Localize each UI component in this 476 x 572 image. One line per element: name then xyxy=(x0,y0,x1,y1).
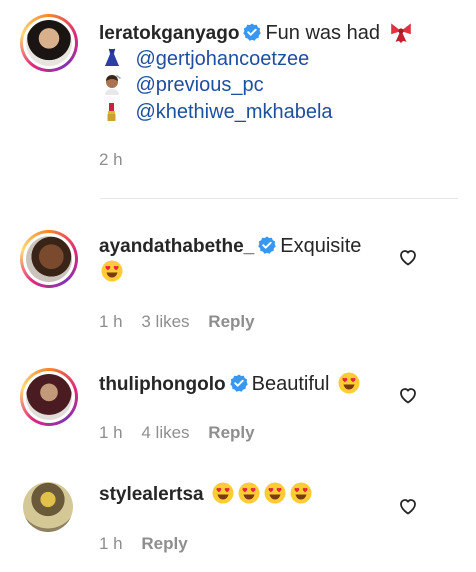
comment-meta: 1 h Reply xyxy=(99,534,188,554)
caption-text: Fun was had xyxy=(265,22,380,44)
comment-text: Beautiful xyxy=(251,373,330,395)
comment-line: thuliphongolo Beautiful xyxy=(99,371,360,399)
comment-time: 1 h xyxy=(99,312,123,331)
haircut-emoji-icon xyxy=(105,75,121,95)
comment-emoji-line xyxy=(101,260,123,287)
heart-outline-icon[interactable] xyxy=(398,247,418,267)
heart-eyes-emoji-icon xyxy=(101,260,123,282)
caption-timestamp: 2 h xyxy=(99,150,123,169)
comment-likes[interactable]: 3 likes xyxy=(141,312,189,331)
heart-eyes-emoji-icon xyxy=(212,482,234,504)
mention-link[interactable]: @previous_pc xyxy=(135,74,263,96)
comment-avatar[interactable] xyxy=(23,482,73,532)
heart-eyes-emoji-icon xyxy=(338,372,360,394)
heart-eyes-emoji-icon xyxy=(238,482,260,504)
heart-outline-icon[interactable] xyxy=(398,385,418,405)
heart-eyes-emoji-icon xyxy=(290,482,312,504)
comment-time: 1 h xyxy=(99,534,123,553)
tag-line-3: @khethiwe_mkhabela xyxy=(101,99,333,127)
mention-link[interactable]: @gertjohancoetzee xyxy=(135,48,309,70)
reply-button[interactable]: Reply xyxy=(141,534,187,553)
comment-time: 1 h xyxy=(99,423,123,442)
heart-eyes-emoji-icon xyxy=(264,482,286,504)
verified-badge-icon xyxy=(229,374,248,392)
ribbon-emoji-icon xyxy=(391,23,412,43)
caption-username[interactable]: leratokganyago xyxy=(99,23,239,44)
comment-meta: 1 h 4 likes Reply xyxy=(99,423,255,443)
comment-line: stylealertsa xyxy=(99,482,312,509)
caption-divider xyxy=(100,198,458,199)
dress-emoji-icon xyxy=(105,48,119,66)
tag-line-2: @previous_pc xyxy=(101,72,264,100)
reply-button[interactable]: Reply xyxy=(208,312,254,331)
reply-button[interactable]: Reply xyxy=(208,423,254,442)
caption-line: leratokganyago Fun was had xyxy=(99,19,414,48)
comment-line: ayandathabethe_ Exquisite xyxy=(99,233,361,261)
comment-avatar[interactable] xyxy=(20,230,78,288)
caption-avatar[interactable] xyxy=(20,14,78,72)
comment-username[interactable]: thuliphongolo xyxy=(99,374,226,395)
comment-likes[interactable]: 4 likes xyxy=(141,423,189,442)
comment-meta: 1 h 3 likes Reply xyxy=(99,312,255,332)
comment-avatar[interactable] xyxy=(20,368,78,426)
verified-badge-icon xyxy=(258,236,277,254)
comment-username[interactable]: stylealertsa xyxy=(99,484,204,505)
comment-text: Exquisite xyxy=(280,235,362,257)
tag-line-1: @gertjohancoetzee xyxy=(101,46,309,74)
comment-emoji-group xyxy=(212,482,312,504)
verified-badge-icon xyxy=(243,23,262,41)
mention-link[interactable]: @khethiwe_mkhabela xyxy=(135,101,332,123)
lipstick-emoji-icon xyxy=(107,103,116,121)
heart-outline-icon[interactable] xyxy=(398,496,418,516)
comment-username[interactable]: ayandathabethe_ xyxy=(99,236,254,257)
